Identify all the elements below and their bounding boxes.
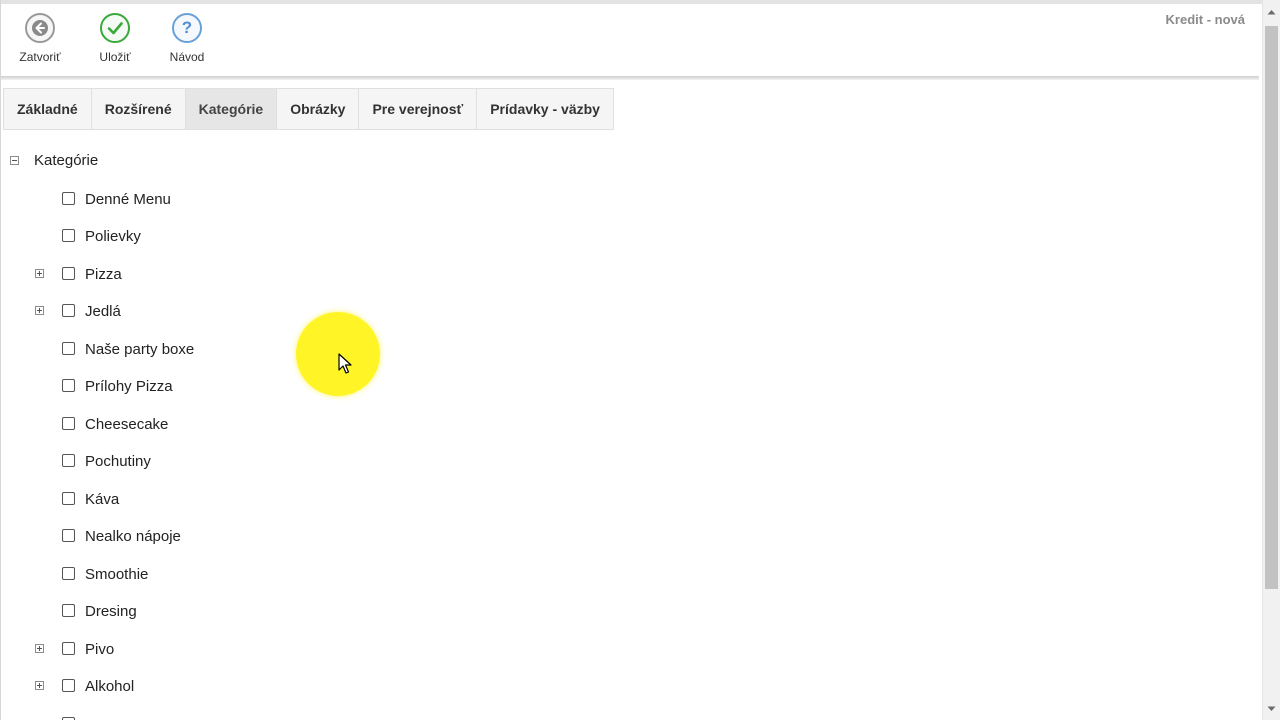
- tree-item-label[interactable]: Nealko nápoje: [85, 528, 181, 545]
- category-checkbox[interactable]: [62, 492, 75, 505]
- tree-item-label[interactable]: Polievky: [85, 228, 141, 245]
- tree-item-label[interactable]: Pochutiny: [85, 453, 151, 470]
- tree-item-label[interactable]: Káva: [85, 491, 119, 508]
- tab-basic[interactable]: Základné: [3, 88, 91, 130]
- tree-item-label[interactable]: Naše party boxe: [85, 341, 194, 358]
- toolbar-divider: [1, 76, 1259, 80]
- tree-item: Káva: [1, 489, 401, 511]
- tree-root: Kategórie: [10, 152, 98, 169]
- tree-item-label[interactable]: Pizza: [85, 266, 122, 283]
- save-button-label: Uložiť: [99, 50, 131, 64]
- tree-item-label[interactable]: Smoothie: [85, 566, 148, 583]
- category-checkbox[interactable]: [62, 679, 75, 692]
- category-checkbox[interactable]: [62, 229, 75, 242]
- tree-root-label: Kategórie: [34, 152, 99, 169]
- category-checkbox[interactable]: [62, 567, 75, 580]
- tree-item: Polievky: [1, 226, 401, 248]
- tree-item: Cheesecake: [1, 414, 401, 436]
- close-button-label: Zatvoriť: [19, 50, 61, 64]
- tree-item: Smoothie: [1, 564, 401, 586]
- tree-item-label[interactable]: Alkohol: [85, 678, 134, 695]
- tab-addons[interactable]: Prídavky - väzby: [476, 88, 614, 130]
- tree-item: Pochutiny: [1, 451, 401, 473]
- toolbar: Zatvoriť Uložiť ? Návod Kredit - nová: [1, 4, 1259, 76]
- document-title: Kredit - nová: [1165, 12, 1245, 27]
- help-button[interactable]: ? Návod: [159, 13, 215, 64]
- tree-item: Dresing: [1, 601, 401, 623]
- category-checkbox[interactable]: [62, 604, 75, 617]
- tab-categories[interactable]: Kategórie: [184, 88, 277, 130]
- tree-item-label[interactable]: Prílohy Pizza: [85, 378, 173, 395]
- category-checkbox[interactable]: [62, 192, 75, 205]
- tab-extended[interactable]: Rozšírené: [90, 88, 185, 130]
- back-arrow-icon: [25, 13, 55, 43]
- save-button[interactable]: Uložiť: [87, 13, 143, 64]
- tab-images[interactable]: Obrázky: [276, 88, 359, 130]
- question-mark-icon: ?: [172, 13, 202, 43]
- tree-item-label[interactable]: Pivo: [85, 641, 114, 658]
- category-checkbox[interactable]: [62, 342, 75, 355]
- category-checkbox[interactable]: [62, 417, 75, 430]
- tree-item-label[interactable]: Denné Menu: [85, 191, 171, 208]
- category-checkbox[interactable]: [62, 454, 75, 467]
- expand-icon[interactable]: [35, 644, 44, 653]
- tab-bar: Základné Rozšírené Kategórie Obrázky Pre…: [3, 88, 614, 130]
- tree-item-label[interactable]: Jedlá: [85, 303, 121, 320]
- scroll-down-icon[interactable]: [1263, 700, 1280, 717]
- close-button[interactable]: Zatvoriť: [12, 13, 68, 64]
- tree-item-label[interactable]: Cheesecake: [85, 416, 168, 433]
- expand-icon[interactable]: [35, 306, 44, 315]
- tree-item-partial: [1, 714, 401, 720]
- tree-item: Pizza: [1, 264, 401, 286]
- category-checkbox[interactable]: [62, 529, 75, 542]
- scroll-up-icon[interactable]: [1263, 3, 1280, 20]
- app-window: Zatvoriť Uložiť ? Návod Kredit - nová Zá…: [0, 0, 1262, 720]
- checkmark-icon: [100, 13, 130, 43]
- help-button-label: Návod: [169, 50, 205, 64]
- tree-item: Nealko nápoje: [1, 526, 401, 548]
- tree-item: Pivo: [1, 639, 401, 661]
- expand-icon[interactable]: [35, 681, 44, 690]
- expand-icon[interactable]: [35, 269, 44, 278]
- mouse-pointer-icon: [338, 353, 352, 374]
- tab-public[interactable]: Pre verejnosť: [358, 88, 477, 130]
- tree-item: Alkohol: [1, 676, 401, 698]
- category-checkbox[interactable]: [62, 642, 75, 655]
- category-checkbox[interactable]: [62, 304, 75, 317]
- tree-item: Denné Menu: [1, 189, 401, 211]
- category-checkbox[interactable]: [62, 379, 75, 392]
- category-checkbox[interactable]: [62, 267, 75, 280]
- collapse-icon[interactable]: [10, 156, 19, 165]
- vertical-scrollbar[interactable]: [1262, 0, 1280, 720]
- tree-item-label[interactable]: Dresing: [85, 603, 137, 620]
- scrollbar-thumb[interactable]: [1265, 26, 1278, 589]
